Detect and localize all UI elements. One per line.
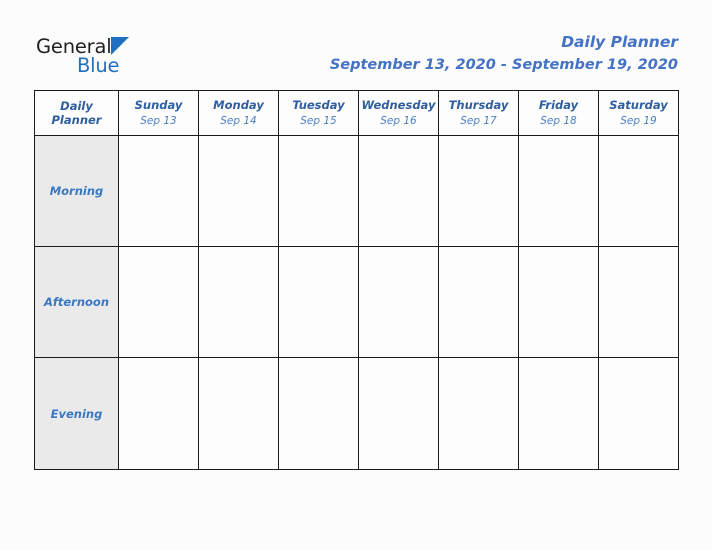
- table-row-morning: Morning: [34, 135, 679, 247]
- weekly-planner-table: Daily Planner Sunday Sep 13 Monday Sep 1…: [34, 90, 679, 470]
- planner-cell[interactable]: [198, 357, 279, 470]
- day-name: Saturday: [609, 97, 668, 112]
- planner-cell[interactable]: [118, 357, 199, 470]
- planner-cell[interactable]: [278, 357, 359, 470]
- triangle-right-icon: [111, 37, 130, 55]
- table-row-evening: Evening: [34, 357, 679, 470]
- table-row-afternoon: Afternoon: [34, 246, 679, 358]
- planner-cell[interactable]: [598, 135, 679, 247]
- title-block: Daily Planner September 13, 2020 - Septe…: [330, 32, 678, 76]
- day-date: Sep 13: [140, 114, 177, 127]
- date-range-subtitle: September 13, 2020 - September 19, 2020: [329, 57, 678, 73]
- day-date: Sep 18: [540, 114, 577, 127]
- corner-label-line2: Planner: [51, 113, 102, 127]
- general-blue-logo: General Blue: [36, 36, 216, 82]
- planner-cell[interactable]: [278, 246, 359, 358]
- table-header-row: Daily Planner Sunday Sep 13 Monday Sep 1…: [34, 90, 679, 136]
- planner-cell[interactable]: [598, 357, 679, 470]
- day-date: Sep 16: [380, 114, 417, 127]
- day-date: Sep 15: [300, 114, 337, 127]
- table-corner-header: Daily Planner: [34, 90, 119, 136]
- row-label-evening: Evening: [34, 357, 119, 470]
- row-label-afternoon: Afternoon: [34, 246, 119, 358]
- column-header-monday: Monday Sep 14: [198, 90, 279, 136]
- column-header-wednesday: Wednesday Sep 16: [358, 90, 439, 136]
- planner-cell[interactable]: [278, 135, 359, 247]
- planner-cell[interactable]: [518, 135, 599, 247]
- column-header-sunday: Sunday Sep 13: [118, 90, 199, 136]
- corner-label-line1: Daily: [60, 99, 93, 113]
- planner-cell[interactable]: [358, 246, 439, 358]
- planner-cell[interactable]: [358, 357, 439, 470]
- planner-cell[interactable]: [438, 357, 519, 470]
- planner-cell[interactable]: [438, 135, 519, 247]
- planner-cell[interactable]: [118, 246, 199, 358]
- day-name: Thursday: [448, 97, 509, 112]
- planner-cell[interactable]: [118, 135, 199, 247]
- day-name: Sunday: [134, 97, 183, 112]
- planner-cell[interactable]: [198, 135, 279, 247]
- day-name: Friday: [538, 97, 579, 112]
- logo-word-blue: Blue: [77, 54, 120, 77]
- column-header-thursday: Thursday Sep 17: [438, 90, 519, 136]
- planner-cell[interactable]: [598, 246, 679, 358]
- day-name: Wednesday: [361, 97, 436, 112]
- day-name: Tuesday: [292, 97, 345, 112]
- planner-cell[interactable]: [358, 135, 439, 247]
- page-title: Daily Planner: [561, 33, 678, 51]
- day-date: Sep 17: [460, 114, 497, 127]
- planner-cell[interactable]: [438, 246, 519, 358]
- day-date: Sep 14: [220, 114, 257, 127]
- planner-cell[interactable]: [518, 246, 599, 358]
- column-header-saturday: Saturday Sep 19: [598, 90, 679, 136]
- row-label-morning: Morning: [34, 135, 119, 247]
- planner-cell[interactable]: [198, 246, 279, 358]
- page-header: General Blue Daily Planner September 13,…: [0, 0, 712, 88]
- column-header-tuesday: Tuesday Sep 15: [278, 90, 359, 136]
- day-date: Sep 19: [620, 114, 657, 127]
- planner-cell[interactable]: [518, 357, 599, 470]
- column-header-friday: Friday Sep 18: [518, 90, 599, 136]
- day-name: Monday: [213, 97, 264, 112]
